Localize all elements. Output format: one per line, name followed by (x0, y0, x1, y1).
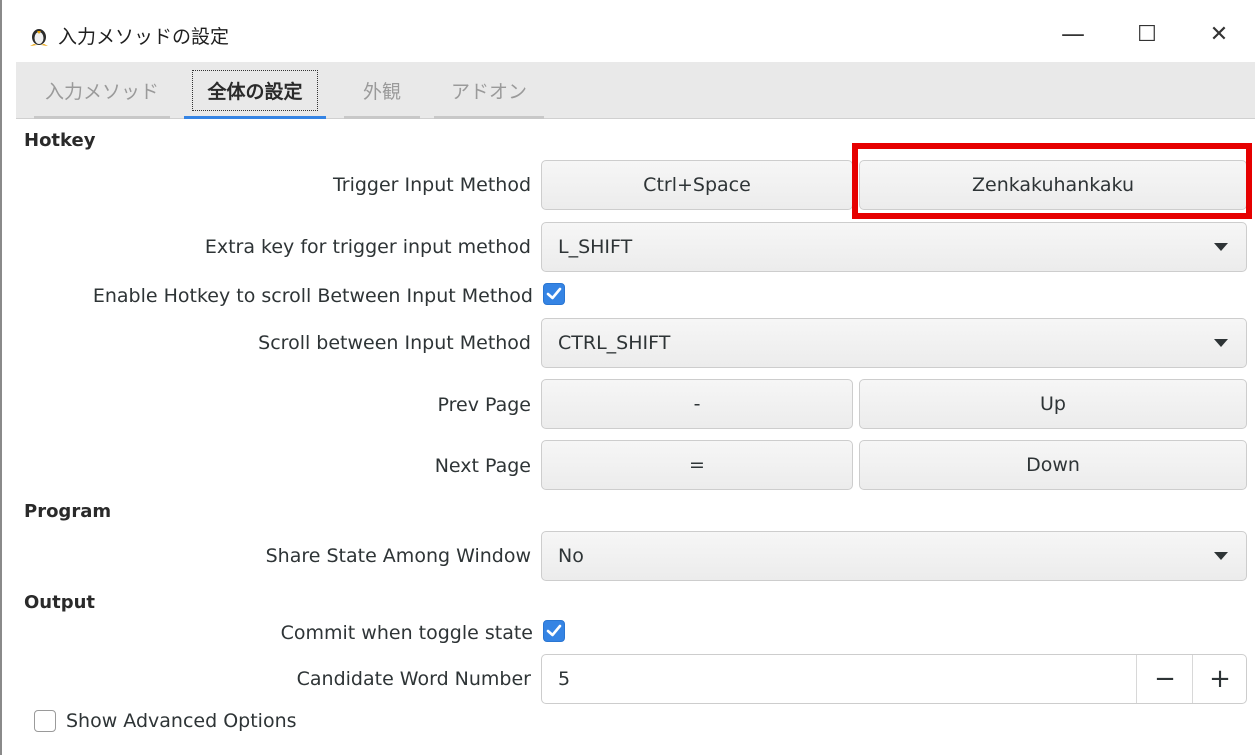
tab-input-method[interactable]: 入力メソッド (34, 62, 170, 119)
tab-underline (434, 116, 544, 119)
share-state-combo[interactable]: No (541, 531, 1247, 581)
extra-key-combo[interactable]: L_SHIFT (541, 222, 1247, 272)
show-advanced-label: Show Advanced Options (66, 710, 297, 732)
spinner-divider (1136, 655, 1137, 703)
increment-button[interactable]: + (1193, 655, 1247, 703)
spinner-value-input[interactable]: 5 (558, 668, 570, 690)
section-output: Output (24, 592, 96, 613)
combo-value: L_SHIFT (558, 236, 633, 258)
tab-appearance[interactable]: 外観 (344, 62, 420, 119)
extra-key-label: Extra key for trigger input method (204, 236, 531, 258)
dropdown-arrow-icon (1214, 243, 1228, 251)
tab-label: 外観 (362, 80, 401, 103)
share-state-label: Share State Among Window (265, 545, 531, 567)
section-hotkey: Hotkey (24, 130, 96, 151)
tab-addons[interactable]: アドオン (434, 62, 544, 119)
section-program: Program (24, 501, 112, 522)
check-icon (546, 287, 562, 300)
prev-page-label: Prev Page (437, 394, 532, 416)
combo-value: No (558, 545, 584, 567)
tab-label: 全体の設定 (192, 69, 318, 111)
trigger-input-method-label: Trigger Input Method (332, 174, 531, 196)
minimize-button[interactable]: — (1050, 12, 1096, 56)
dropdown-arrow-icon (1214, 339, 1228, 347)
title-bar: 入力メソッドの設定 — ☐ ✕ (2, 0, 1255, 62)
next-page-key1-button[interactable]: = (541, 440, 853, 490)
scroll-input-method-label: Scroll between Input Method (258, 332, 531, 354)
enable-scroll-label: Enable Hotkey to scroll Between Input Me… (92, 285, 533, 307)
settings-window: 入力メソッドの設定 — ☐ ✕ 入力メソッド 全体の設定 外観 アドオン Hot… (0, 0, 1255, 755)
tab-global-config[interactable]: 全体の設定 (184, 62, 326, 119)
commit-toggle-checkbox[interactable] (543, 620, 565, 642)
prev-page-key1-button[interactable]: - (541, 379, 853, 429)
next-page-label: Next Page (434, 455, 531, 477)
candidate-word-number-spinner: 5 − + (541, 654, 1247, 704)
enable-scroll-checkbox[interactable] (543, 283, 565, 305)
tab-label: 入力メソッド (44, 80, 159, 103)
maximize-button[interactable]: ☐ (1124, 12, 1170, 56)
tab-bar: 入力メソッド 全体の設定 外観 アドオン (16, 62, 1255, 119)
next-page-key2-button[interactable]: Down (859, 440, 1247, 490)
tab-underline (344, 116, 420, 119)
decrement-button[interactable]: − (1138, 655, 1192, 703)
commit-toggle-label: Commit when toggle state (280, 622, 533, 644)
trigger-key1-button[interactable]: Ctrl+Space (541, 160, 853, 210)
close-button[interactable]: ✕ (1196, 12, 1242, 56)
prev-page-key2-button[interactable]: Up (859, 379, 1247, 429)
tab-underline (34, 116, 170, 119)
show-advanced-checkbox[interactable] (34, 710, 56, 732)
dropdown-arrow-icon (1214, 552, 1228, 560)
penguin-app-icon (30, 29, 48, 46)
tab-underline (184, 116, 326, 119)
check-icon (546, 624, 562, 637)
window-title: 入力メソッドの設定 (58, 26, 230, 48)
tab-label: アドオン (450, 80, 527, 103)
trigger-key2-button[interactable]: Zenkakuhankaku (859, 160, 1247, 210)
scroll-input-method-combo[interactable]: CTRL_SHIFT (541, 318, 1247, 368)
candidate-word-number-label: Candidate Word Number (296, 668, 531, 690)
combo-value: CTRL_SHIFT (558, 332, 671, 354)
